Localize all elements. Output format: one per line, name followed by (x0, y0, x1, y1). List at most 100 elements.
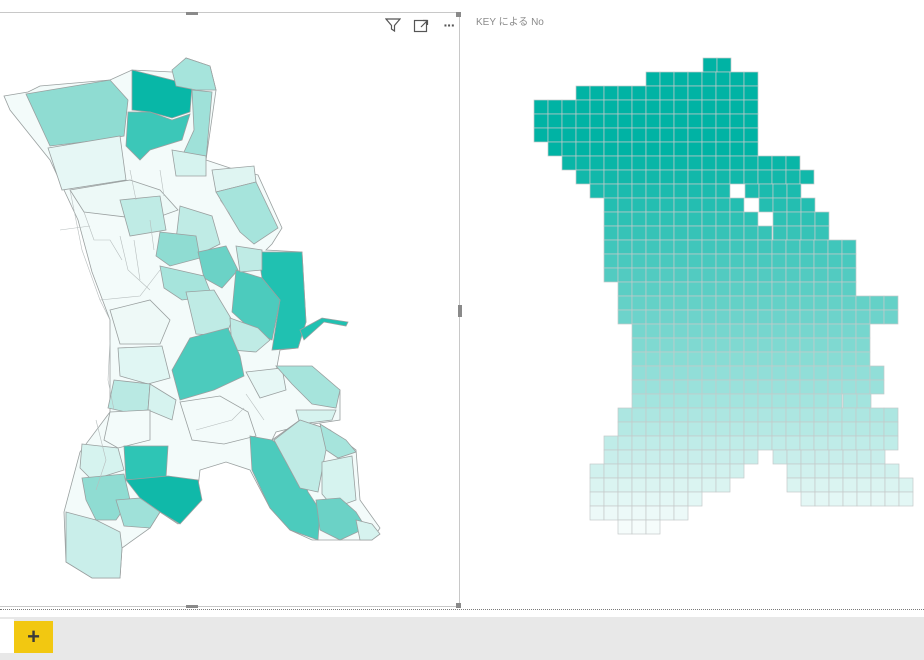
grid-tile[interactable] (870, 477, 886, 493)
grid-tile[interactable] (743, 365, 759, 381)
grid-tile[interactable] (701, 309, 717, 325)
grid-tile[interactable] (645, 239, 661, 255)
grid-tile[interactable] (799, 337, 815, 353)
grid-tile[interactable] (631, 239, 647, 255)
grid-tile[interactable] (701, 127, 717, 143)
grid-tile[interactable] (842, 477, 858, 493)
grid-tile[interactable] (547, 113, 563, 129)
grid-tile[interactable] (645, 155, 661, 171)
grid-tile[interactable] (631, 169, 647, 185)
grid-tile[interactable] (659, 267, 675, 283)
grid-tile[interactable] (757, 169, 773, 185)
grid-tile[interactable] (743, 239, 759, 255)
grid-tile[interactable] (631, 491, 647, 507)
grid-tile[interactable] (785, 169, 801, 185)
grid-tile[interactable] (799, 421, 815, 437)
grid-tile[interactable] (827, 253, 843, 269)
grid-tile[interactable] (757, 239, 773, 255)
grid-tile[interactable] (715, 239, 731, 255)
grid-tile[interactable] (561, 155, 577, 171)
grid-tile[interactable] (743, 267, 759, 283)
grid-tile[interactable] (631, 365, 647, 381)
grid-tile[interactable] (673, 435, 689, 451)
grid-tile[interactable] (687, 477, 703, 493)
grid-tile[interactable] (575, 169, 591, 185)
grid-tile[interactable] (673, 309, 689, 325)
grid-tile[interactable] (715, 407, 731, 423)
grid-tile[interactable] (841, 435, 857, 451)
grid-tile[interactable] (841, 365, 857, 381)
grid-tile[interactable] (645, 337, 661, 353)
grid-tile[interactable] (631, 197, 647, 213)
grid-tile[interactable] (757, 379, 773, 395)
grid-tile[interactable] (814, 477, 830, 493)
grid-tile[interactable] (659, 351, 675, 367)
grid-tile[interactable] (687, 239, 703, 255)
grid-tile[interactable] (869, 379, 885, 395)
grid-tile[interactable] (827, 309, 843, 325)
grid-tile[interactable] (673, 267, 689, 283)
grid-tile[interactable] (617, 421, 633, 437)
grid-tile[interactable] (813, 281, 829, 297)
grid-tile[interactable] (659, 253, 675, 269)
grid-tile[interactable] (743, 323, 759, 339)
grid-tile[interactable] (785, 407, 801, 423)
grid-tile[interactable] (673, 393, 689, 409)
grid-tile[interactable] (575, 85, 591, 101)
grid-tile[interactable] (827, 267, 843, 283)
grid-tile[interactable] (589, 99, 605, 115)
grid-tile[interactable] (673, 477, 689, 493)
grid-tile[interactable] (701, 183, 717, 199)
grid-tile[interactable] (729, 113, 745, 129)
grid-tile[interactable] (631, 113, 647, 129)
grid-tile[interactable] (701, 211, 717, 227)
grid-tile[interactable] (715, 365, 731, 381)
grid-tile[interactable] (701, 85, 717, 101)
grid-tile[interactable] (645, 71, 661, 87)
grid-tile[interactable] (827, 323, 843, 339)
grid-tile[interactable] (645, 505, 661, 521)
grid-tile[interactable] (729, 85, 745, 101)
grid-tile[interactable] (813, 267, 829, 283)
grid-tile[interactable] (715, 127, 731, 143)
grid-tile[interactable] (687, 491, 703, 507)
grid-tile[interactable] (743, 85, 759, 101)
grid-tile[interactable] (729, 169, 745, 185)
grid-tile[interactable] (687, 225, 703, 241)
grid-tile[interactable] (814, 225, 830, 241)
grid-tile[interactable] (743, 309, 759, 325)
grid-tile[interactable] (786, 477, 802, 493)
grid-tile[interactable] (673, 505, 689, 521)
grid-tile[interactable] (617, 183, 633, 199)
grid-tile[interactable] (533, 127, 549, 143)
grid-tile[interactable] (785, 267, 801, 283)
grid-tile[interactable] (785, 253, 801, 269)
grid-tile[interactable] (631, 337, 647, 353)
grid-tile[interactable] (870, 463, 886, 479)
grid-tile[interactable] (603, 225, 619, 241)
grid-tile[interactable] (842, 463, 858, 479)
grid-tile[interactable] (701, 169, 717, 185)
grid-tile[interactable] (659, 309, 675, 325)
grid-tile[interactable] (547, 99, 563, 115)
grid-tile[interactable] (715, 155, 731, 171)
grid-tile[interactable] (701, 197, 717, 213)
grid-tile[interactable] (785, 435, 801, 451)
grid-tile[interactable] (729, 99, 745, 115)
grid-tile[interactable] (828, 477, 844, 493)
grid-tile[interactable] (715, 281, 731, 297)
grid-tile[interactable] (673, 323, 689, 339)
grid-tile[interactable] (631, 351, 647, 367)
grid-tile[interactable] (757, 435, 773, 451)
grid-tile[interactable] (603, 267, 619, 283)
grid-tile[interactable] (589, 155, 605, 171)
grid-tile[interactable] (827, 295, 843, 311)
grid-tile[interactable] (617, 435, 633, 451)
grid-tile[interactable] (715, 183, 731, 199)
grid-tile[interactable] (617, 267, 633, 283)
grid-tile[interactable] (884, 477, 900, 493)
grid-tile[interactable] (715, 421, 731, 437)
grid-tile[interactable] (771, 155, 787, 171)
grid-tile[interactable] (673, 85, 689, 101)
grid-tile[interactable] (701, 99, 717, 115)
